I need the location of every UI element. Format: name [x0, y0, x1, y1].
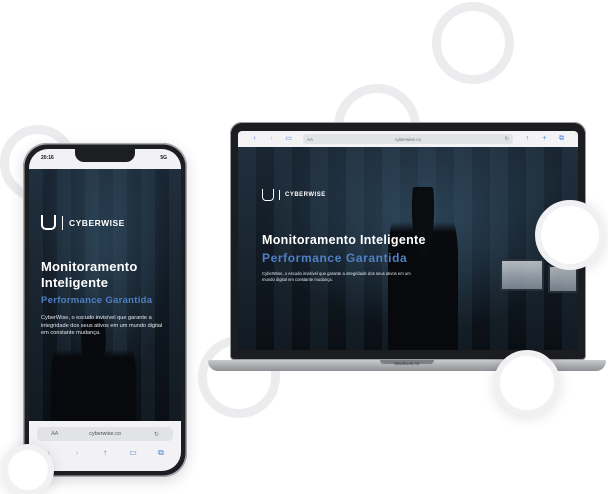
silhouette-figure [388, 187, 458, 350]
phone-hero-section: CYBERWISE Monitoramento Inteligente Perf… [29, 169, 181, 459]
laptop-url-text: cyberwise.co [394, 136, 421, 142]
back-icon[interactable]: ‹ [246, 131, 263, 147]
hero-title-line-2: Inteligente [41, 275, 109, 290]
book-icon[interactable]: ▭ [280, 131, 297, 147]
phone-nav-buttons: ‹ › ↑ ▭ ⧉ [41, 448, 169, 458]
reload-icon[interactable]: ↻ [154, 431, 159, 438]
decorative-disc [494, 350, 560, 416]
hero-description: CyberWise, o escudo invisível que garant… [41, 315, 163, 336]
share-icon[interactable]: ↑ [519, 131, 536, 147]
tabs-icon[interactable]: ⧉ [153, 448, 169, 458]
laptop-lid: ‹ › ▭ AA cyberwise.co ↻ ↑ + ⧉ CYBERWISE … [230, 122, 586, 360]
forward-icon[interactable]: › [69, 448, 85, 458]
hero-subtitle: Performance Garantida [262, 251, 408, 265]
shield-logo-icon [262, 189, 274, 201]
book-icon[interactable]: ▭ [125, 448, 141, 458]
hero-title-line-1: Monitoramento [41, 259, 138, 274]
laptop-hero-section: CYBERWISE Monitoramento Inteligente Perf… [238, 147, 578, 350]
brand-name: CYBERWISE [285, 192, 326, 198]
decorative-ring [432, 2, 514, 84]
status-time: 20:16 [41, 155, 54, 161]
phone-brand-logo[interactable]: CYBERWISE [41, 215, 125, 230]
forward-icon[interactable]: › [263, 131, 280, 147]
phone-mockup: CYBERWISE Monitoramento Inteligente Perf… [23, 143, 187, 477]
phone-address-bar[interactable]: AA cyberwise.co ↻ [37, 427, 173, 441]
hero-description: CyberWise, o escudo invisível que garant… [262, 271, 411, 282]
brand-name: CYBERWISE [69, 217, 125, 228]
add-icon[interactable]: + [536, 131, 553, 147]
phone-url-text: cyberwise.co [89, 431, 121, 437]
laptop-screen: ‹ › ▭ AA cyberwise.co ↻ ↑ + ⧉ CYBERWISE … [238, 131, 578, 350]
text-size-button[interactable]: AA [51, 431, 58, 437]
background-monitor [500, 259, 544, 291]
share-icon[interactable]: ↑ [97, 448, 113, 458]
phone-notch [75, 149, 135, 162]
text-size-button[interactable]: AA [307, 137, 313, 142]
logo-divider [62, 215, 63, 230]
tabs-icon[interactable]: ⧉ [553, 131, 570, 147]
decorative-disc [535, 200, 605, 270]
laptop-brand-logo[interactable]: CYBERWISE [262, 189, 326, 201]
logo-divider [279, 190, 280, 200]
laptop-address-bar[interactable]: AA cyberwise.co ↻ [303, 134, 513, 144]
hero-title: Monitoramento Inteligente [262, 233, 426, 247]
shield-logo-icon [41, 215, 56, 230]
hero-subtitle: Performance Garantida [41, 295, 153, 306]
hero-title: Monitoramento Inteligente [41, 259, 176, 291]
laptop-browser-toolbar: ‹ › ▭ AA cyberwise.co ↻ ↑ + ⧉ [238, 131, 578, 147]
decorative-disc [2, 444, 54, 494]
status-signal: 5G [160, 155, 167, 161]
phone-screen: CYBERWISE Monitoramento Inteligente Perf… [29, 149, 181, 471]
reload-icon[interactable]: ↻ [505, 136, 509, 142]
